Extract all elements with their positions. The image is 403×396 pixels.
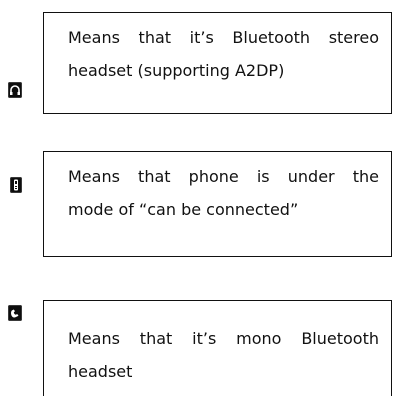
- mobile-phone-icon: [10, 177, 22, 193]
- description-box: Means that it’s mono Bluetooth headset: [43, 300, 392, 396]
- description-box: Means that it’s Bluetooth stereo headset…: [43, 12, 392, 114]
- description-line: Means that phone is under the: [68, 167, 379, 186]
- description-line: headset: [68, 362, 133, 381]
- description-line: Means that it’s Bluetooth stereo: [68, 28, 379, 47]
- description-line: headset (supporting A2DP): [68, 61, 285, 80]
- phone-handset-icon: [8, 305, 22, 321]
- headphones-icon: [8, 82, 22, 98]
- description-line: Means that it’s mono Bluetooth: [68, 329, 379, 348]
- description-box: Means that phone is under the mode of “c…: [43, 151, 392, 257]
- description-line: mode of “can be connected”: [68, 200, 299, 219]
